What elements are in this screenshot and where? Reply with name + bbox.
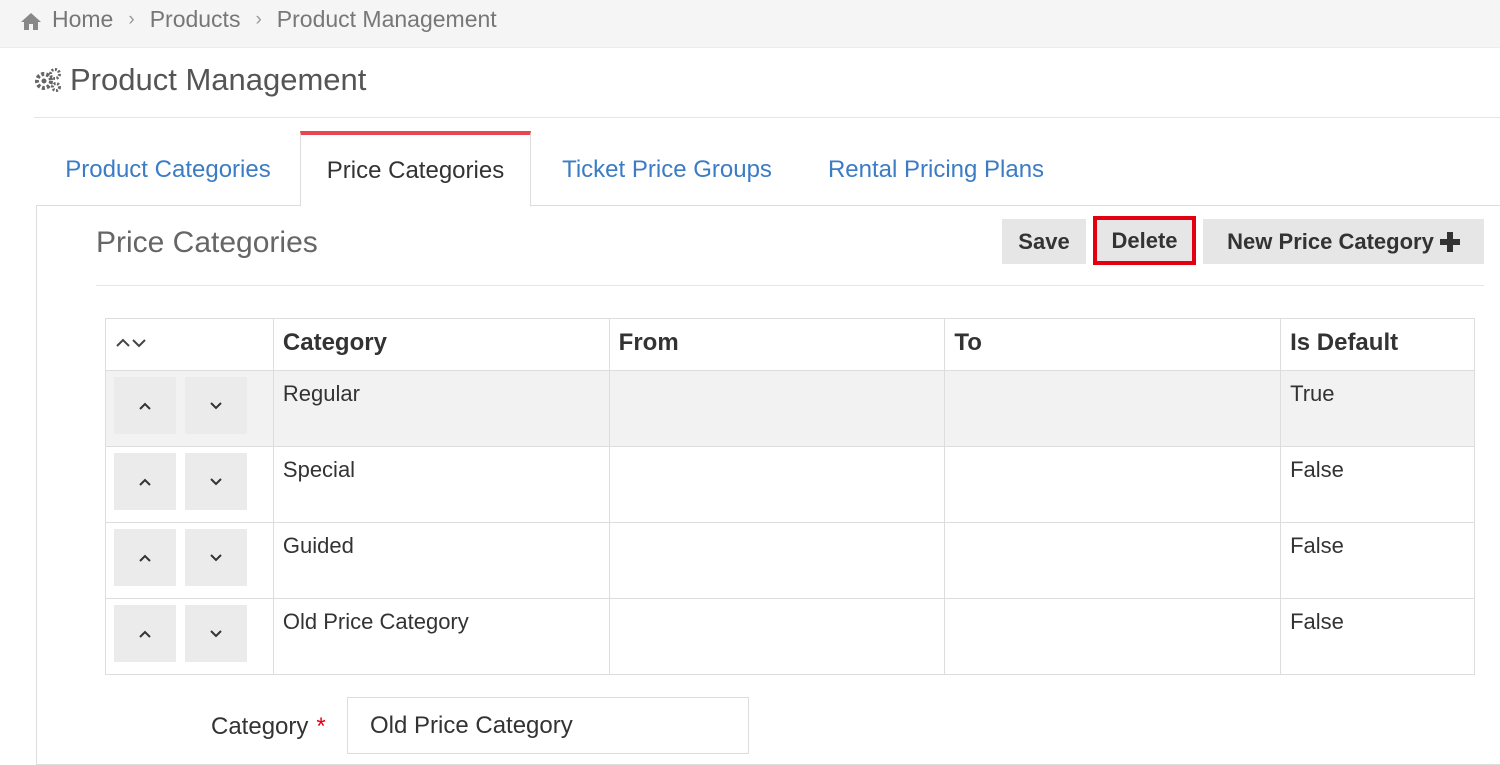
page-title: Product Management — [70, 62, 367, 97]
cell-to — [944, 446, 1282, 523]
row-sort-cell — [105, 370, 274, 447]
table-row[interactable]: Special False — [105, 446, 1475, 523]
breadcrumb-product-management: Product Management — [276, 6, 497, 32]
cell-to — [944, 370, 1282, 447]
column-header-category[interactable]: Category — [272, 318, 610, 371]
chevron-up-icon — [139, 554, 151, 562]
page-header: Product Management — [34, 62, 366, 98]
chevron-up-icon — [139, 478, 151, 486]
section-divider — [96, 285, 1484, 286]
chevron-up-icon — [139, 630, 151, 638]
new-price-category-label: New Price Category — [1227, 228, 1434, 254]
chevron-down-icon — [210, 401, 222, 409]
cell-from — [608, 598, 946, 675]
category-field-label: Category * — [211, 713, 326, 741]
sort-column-header[interactable] — [105, 318, 274, 371]
cell-is-default: False — [1280, 598, 1475, 675]
row-sort-cell — [105, 446, 274, 523]
column-header-is-default[interactable]: Is Default — [1280, 318, 1475, 371]
chevron-right-icon: › — [255, 8, 262, 30]
cell-is-default: True — [1280, 370, 1475, 447]
table-row[interactable]: Guided False — [105, 522, 1475, 599]
breadcrumb-bar: Home › Products › Product Management — [0, 0, 1500, 48]
price-categories-table: Category From To Is Default Regular True… — [105, 318, 1475, 675]
tab-price-categories[interactable]: Price Categories — [300, 131, 531, 207]
breadcrumb: Home › Products › Product Management — [20, 6, 497, 33]
chevron-up-icon — [139, 402, 151, 410]
move-up-button[interactable] — [114, 605, 176, 662]
plus-icon — [1439, 231, 1460, 252]
cell-to — [944, 598, 1282, 675]
table-header-row: Category From To Is Default — [105, 318, 1475, 371]
category-label-text: Category — [211, 713, 309, 740]
cell-category: Special — [272, 446, 610, 523]
move-up-button[interactable] — [114, 377, 176, 434]
required-indicator: * — [316, 713, 326, 740]
delete-button[interactable]: Delete — [1093, 216, 1196, 265]
cell-from — [608, 370, 946, 447]
cell-from — [608, 446, 946, 523]
move-up-button[interactable] — [114, 529, 176, 586]
cell-to — [944, 522, 1282, 599]
column-header-from[interactable]: From — [608, 318, 946, 371]
column-header-to[interactable]: To — [944, 318, 1282, 371]
cell-is-default: False — [1280, 522, 1475, 599]
new-price-category-button[interactable]: New Price Category — [1203, 219, 1484, 264]
cell-category: Old Price Category — [272, 598, 610, 675]
header-divider — [34, 117, 1500, 118]
tab-bar: Product Categories Price Categories Tick… — [36, 131, 1500, 207]
chevron-down-icon — [210, 477, 222, 485]
row-sort-cell — [105, 522, 274, 599]
cell-from — [608, 522, 946, 599]
section-title: Price Categories — [96, 226, 318, 259]
chevron-down-icon — [210, 553, 222, 561]
cell-category: Guided — [272, 522, 610, 599]
table-row[interactable]: Regular True — [105, 370, 1475, 447]
move-down-button[interactable] — [185, 605, 247, 662]
cell-is-default: False — [1280, 446, 1475, 523]
gears-icon — [34, 67, 62, 93]
cell-category: Regular — [272, 370, 610, 447]
tab-product-categories[interactable]: Product Categories — [36, 131, 300, 206]
chevron-down-icon — [210, 629, 222, 637]
save-button[interactable]: Save — [1002, 219, 1086, 264]
chevron-right-icon: › — [128, 8, 135, 30]
home-icon[interactable] — [20, 10, 42, 30]
breadcrumb-home[interactable]: Home — [52, 6, 113, 33]
move-up-button[interactable] — [114, 453, 176, 510]
tab-ticket-price-groups[interactable]: Ticket Price Groups — [536, 131, 798, 206]
row-sort-cell — [105, 598, 274, 675]
tab-rental-pricing-plans[interactable]: Rental Pricing Plans — [808, 131, 1064, 206]
move-down-button[interactable] — [185, 377, 247, 434]
table-row[interactable]: Old Price Category False — [105, 598, 1475, 675]
move-down-button[interactable] — [185, 529, 247, 586]
category-input[interactable] — [347, 697, 749, 754]
move-down-button[interactable] — [185, 453, 247, 510]
breadcrumb-products[interactable]: Products — [150, 6, 241, 33]
sort-header-icon — [115, 333, 149, 355]
